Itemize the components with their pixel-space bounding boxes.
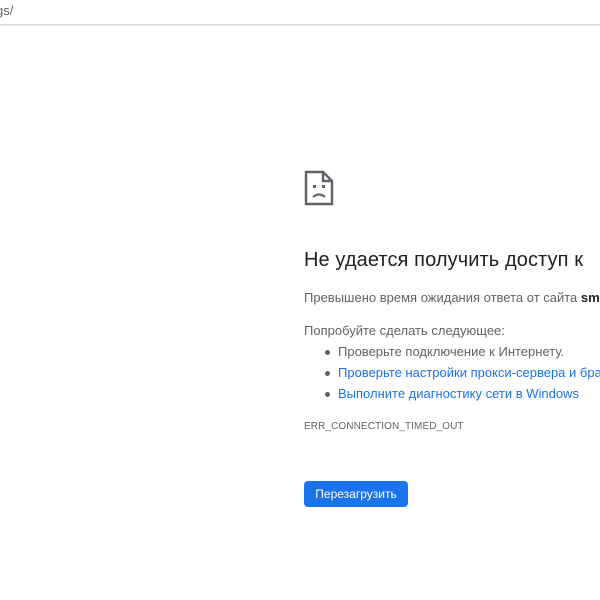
error-page: Не удается получить доступ к Превышено в… (304, 0, 600, 600)
suggestion-network-diagnostics[interactable]: Выполните диагностику сети в Windows (304, 385, 600, 406)
suggestion-check-connection: Проверьте подключение к Интернету. (304, 343, 600, 364)
suggestions-label: Попробуйте сделать следующее: (304, 323, 505, 338)
reload-button[interactable]: Перезагрузить (304, 481, 408, 507)
sad-document-icon (304, 170, 334, 206)
error-summary: Превышено время ожидания ответа от сайта… (304, 290, 600, 305)
error-summary-host: sms (580, 290, 600, 305)
error-summary-text: Превышено время ожидания ответа от сайта (304, 290, 581, 305)
error-code: ERR_CONNECTION_TIMED_OUT (304, 421, 464, 432)
bullet-icon (325, 371, 330, 376)
bullet-icon (325, 350, 330, 355)
proxy-settings-link[interactable]: Проверьте настройки прокси-сервера и бра (338, 365, 600, 380)
page-title: Не удается получить доступ к (304, 249, 584, 271)
network-diagnostics-link[interactable]: Выполните диагностику сети в Windows (338, 386, 579, 401)
bullet-icon (325, 392, 330, 397)
address-text[interactable]: gs/ (0, 3, 13, 18)
suggestion-text: Проверьте подключение к Интернету. (338, 344, 565, 359)
suggestions-list: Проверьте подключение к Интернету. Прове… (304, 343, 600, 406)
suggestion-check-proxy[interactable]: Проверьте настройки прокси-сервера и бра (304, 364, 600, 385)
